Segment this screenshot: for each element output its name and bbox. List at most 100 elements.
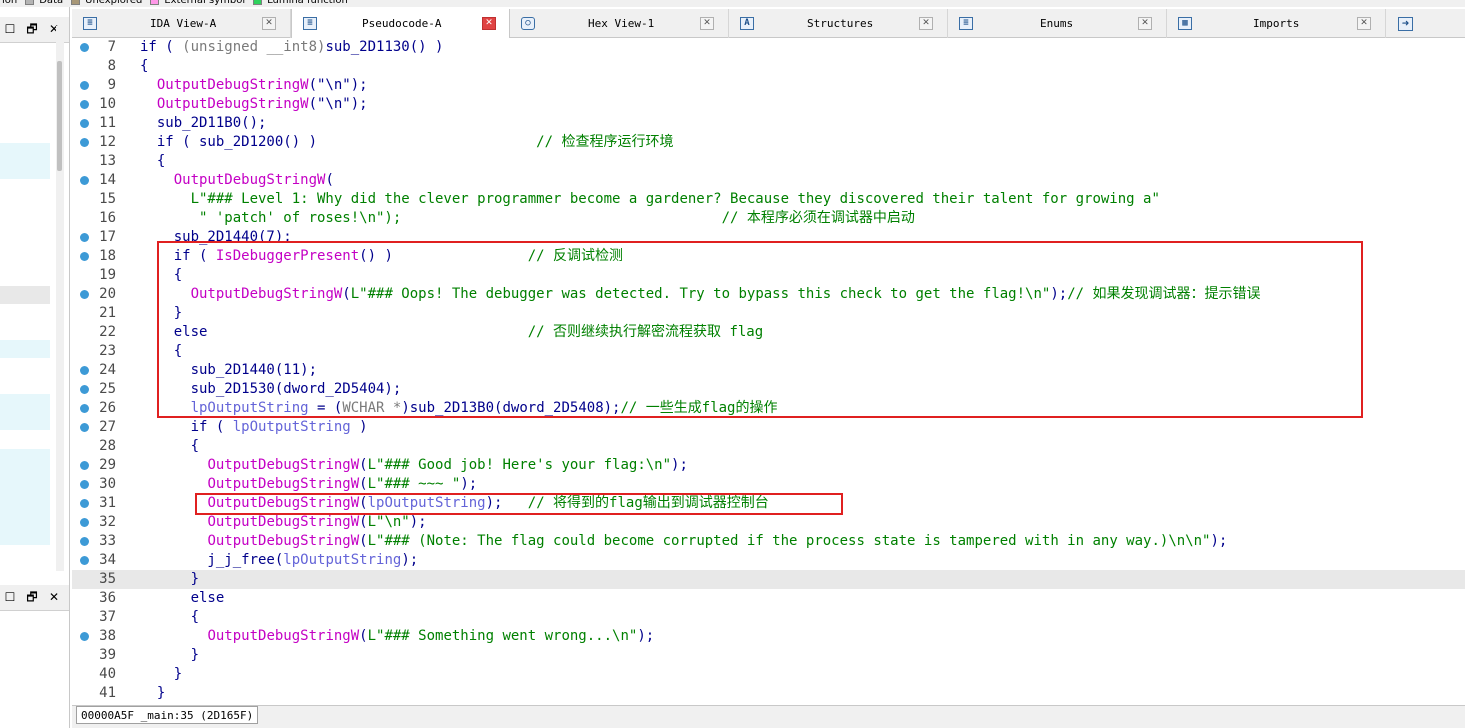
breakpoint-dot-icon[interactable] xyxy=(80,423,89,432)
line-number: 27 xyxy=(99,419,116,435)
code-line[interactable]: 40 } xyxy=(72,665,1465,684)
code-text[interactable]: OutputDebugStringW(L"\n"); xyxy=(140,513,426,532)
breakpoint-dot-icon[interactable] xyxy=(80,252,89,261)
code-line[interactable]: 33 OutputDebugStringW(L"### (Note: The f… xyxy=(72,532,1465,551)
maximize-icon[interactable]: ☐ xyxy=(2,589,18,605)
breakpoint-dot-icon[interactable] xyxy=(80,366,89,375)
tab-hex-view-1[interactable]: ○ Hex View-1 ✕ xyxy=(510,9,729,38)
code-line[interactable]: 27 if ( lpOutputString ) xyxy=(72,418,1465,437)
close-icon[interactable]: ✕ xyxy=(482,17,496,30)
tab-pseudocode-a[interactable]: ≡ Pseudocode-A ✕ xyxy=(291,9,510,39)
code-text[interactable]: OutputDebugStringW(L"### ~~~ "); xyxy=(140,475,477,494)
breakpoint-dot-icon[interactable] xyxy=(80,290,89,299)
code-line[interactable]: 7 if ( (unsigned __int8)sub_2D1130() ) xyxy=(72,38,1465,57)
code-text[interactable]: } xyxy=(140,665,182,684)
list-item[interactable] xyxy=(0,340,50,358)
code-text[interactable]: { xyxy=(140,57,148,76)
close-icon[interactable]: ✕ xyxy=(1138,17,1152,30)
code-text[interactable]: j_j_free(lpOutputString); xyxy=(140,551,418,570)
scrollbar[interactable] xyxy=(56,26,64,571)
code-text[interactable]: OutputDebugStringW(L"### Good job! Here'… xyxy=(140,456,688,475)
code-text[interactable]: { xyxy=(140,152,165,171)
code-text[interactable]: OutputDebugStringW("\n"); xyxy=(140,76,368,95)
code-line[interactable]: 13 { xyxy=(72,152,1465,171)
breakpoint-dot-icon[interactable] xyxy=(80,480,89,489)
breakpoint-dot-icon[interactable] xyxy=(80,233,89,242)
restore-icon[interactable]: 🗗 xyxy=(24,21,40,37)
pseudocode-view[interactable]: 41 } 40 } 39 } 38 OutputDebugStringW(L"### … xyxy=(72,38,1465,705)
code-line[interactable]: 16 " 'patch' of roses!\n"); // 本程序必须在调试器… xyxy=(72,209,1465,228)
code-line[interactable]: 28 { xyxy=(72,437,1465,456)
tab-ida-view-a[interactable]: ≡ IDA View-A ✕ xyxy=(72,9,291,38)
list-item[interactable] xyxy=(0,394,50,430)
code-token: ("\n"); xyxy=(308,96,368,112)
code-text[interactable]: { xyxy=(140,437,199,456)
code-token: ); xyxy=(671,457,688,473)
breakpoint-dot-icon[interactable] xyxy=(80,556,89,565)
breakpoint-dot-icon[interactable] xyxy=(80,632,89,641)
code-text[interactable]: if ( sub_2D1200() ) // 检查程序运行环境 xyxy=(140,133,674,152)
maximize-icon[interactable]: ☐ xyxy=(2,21,18,37)
breakpoint-dot-icon[interactable] xyxy=(80,461,89,470)
list-item[interactable] xyxy=(0,286,50,304)
code-line[interactable]: 11 sub_2D11B0(); xyxy=(72,114,1465,133)
close-icon[interactable]: ✕ xyxy=(1357,17,1371,30)
breakpoint-dot-icon[interactable] xyxy=(80,499,89,508)
code-line[interactable]: 15 L"### Level 1: Why did the clever pro… xyxy=(72,190,1465,209)
code-line[interactable]: 35 } xyxy=(72,570,1465,589)
close-icon[interactable]: ✕ xyxy=(919,17,933,30)
code-text[interactable]: OutputDebugStringW(L"### Something went … xyxy=(140,627,654,646)
line-number: 28 xyxy=(99,438,116,454)
code-line[interactable]: 39 } xyxy=(72,646,1465,665)
list-item[interactable] xyxy=(0,449,50,545)
breakpoint-dot-icon[interactable] xyxy=(80,404,89,413)
breakpoint-dot-icon[interactable] xyxy=(80,100,89,109)
code-text[interactable]: { xyxy=(140,608,199,627)
close-icon[interactable]: ✕ xyxy=(262,17,276,30)
code-text[interactable]: } xyxy=(140,570,199,589)
breakpoint-dot-icon[interactable] xyxy=(80,119,89,128)
tab-enums[interactable]: ≡ Enums ✕ xyxy=(948,9,1167,38)
close-icon[interactable]: ✕ xyxy=(700,17,714,30)
breakpoint-dot-icon[interactable] xyxy=(80,138,89,147)
code-text[interactable]: sub_2D11B0(); xyxy=(140,114,267,133)
breakpoint-dot-icon[interactable] xyxy=(80,385,89,394)
tab-imports[interactable]: ▦ Imports ✕ xyxy=(1167,9,1386,38)
code-text[interactable]: OutputDebugStringW(L"### (Note: The flag… xyxy=(140,532,1227,551)
list-item[interactable] xyxy=(0,143,50,179)
close-icon[interactable]: ✕ xyxy=(46,589,62,605)
exports-tab-icon[interactable]: ➜ xyxy=(1398,17,1413,31)
code-line[interactable]: 9 OutputDebugStringW("\n"); xyxy=(72,76,1465,95)
breakpoint-dot-icon[interactable] xyxy=(80,537,89,546)
code-text[interactable]: OutputDebugStringW("\n"); xyxy=(140,95,368,114)
code-text[interactable]: else xyxy=(140,589,225,608)
code-line[interactable]: 30 OutputDebugStringW(L"### ~~~ "); xyxy=(72,475,1465,494)
code-text[interactable]: } xyxy=(140,646,199,665)
code-line[interactable]: 34 j_j_free(lpOutputString); xyxy=(72,551,1465,570)
code-line[interactable]: 8{ xyxy=(72,57,1465,76)
code-line[interactable]: 38 OutputDebugStringW(L"### Something we… xyxy=(72,627,1465,646)
code-line[interactable]: 14 OutputDebugStringW( xyxy=(72,171,1465,190)
code-line[interactable]: 10 OutputDebugStringW("\n"); xyxy=(72,95,1465,114)
code-text[interactable]: if ( (unsigned __int8)sub_2D1130() ) xyxy=(140,38,443,57)
code-line[interactable]: 36 else xyxy=(72,589,1465,608)
breakpoint-dot-icon[interactable] xyxy=(80,81,89,90)
restore-icon[interactable]: 🗗 xyxy=(24,589,40,605)
line-number: 36 xyxy=(99,590,116,606)
code-text[interactable]: L"### Level 1: Why did the clever progra… xyxy=(140,190,1160,209)
tab-structures[interactable]: A Structures ✕ xyxy=(729,9,948,38)
breakpoint-dot-icon[interactable] xyxy=(80,43,89,52)
code-text[interactable]: if ( lpOutputString ) xyxy=(140,418,368,437)
code-text[interactable]: } xyxy=(140,684,165,703)
code-line[interactable]: 41 } xyxy=(72,684,1465,703)
breakpoint-dot-icon[interactable] xyxy=(80,518,89,527)
breakpoint-dot-icon[interactable] xyxy=(80,176,89,185)
code-line[interactable]: 12 if ( sub_2D1200() ) // 检查程序运行环境 xyxy=(72,133,1465,152)
code-line[interactable]: 32 OutputDebugStringW(L"\n"); xyxy=(72,513,1465,532)
code-line[interactable]: 37 { xyxy=(72,608,1465,627)
scrollbar-thumb[interactable] xyxy=(57,61,62,171)
code-text[interactable]: OutputDebugStringW( xyxy=(140,171,334,190)
code-line[interactable]: 29 OutputDebugStringW(L"### Good job! He… xyxy=(72,456,1465,475)
code-text[interactable]: " 'patch' of roses!\n"); // 本程序必须在调试器中启动 xyxy=(140,209,915,228)
